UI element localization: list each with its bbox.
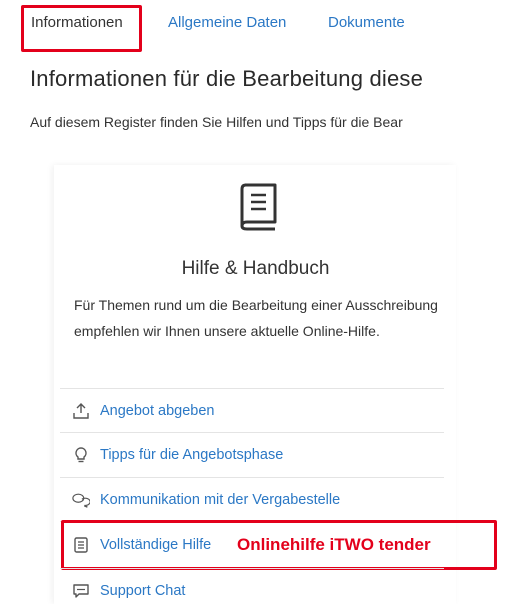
card-description: Für Themen rund um die Bearbeitung einer…	[74, 297, 438, 339]
page-title: Informationen für die Bearbeitung diese	[30, 66, 424, 91]
link-label: Support Chat	[100, 583, 186, 599]
lightbulb-icon	[72, 446, 90, 464]
link-label: Kommunikation mit der Vergabestelle	[100, 492, 341, 508]
link-label: Tipps für die Angebotsphase	[100, 447, 284, 463]
chat-bubbles-icon	[72, 491, 90, 509]
annotation-label: Onlinehilfe iTWO tender	[237, 535, 431, 554]
divider	[60, 432, 444, 433]
link-kommunikation[interactable]: Kommunikation mit der Vergabestelle	[72, 487, 340, 513]
tab-bar: Informationen Allgemeine Daten Dokumente	[0, 0, 511, 52]
divider	[60, 568, 444, 569]
link-label: Angebot abgeben	[100, 403, 215, 419]
link-angebot-abgeben[interactable]: Angebot abgeben	[72, 398, 215, 424]
tab-allgemeine-daten[interactable]: Allgemeine Daten	[168, 14, 286, 31]
card-title: Hilfe & Handbuch	[181, 258, 330, 279]
book-icon	[240, 183, 277, 231]
tab-highlight-box	[21, 5, 142, 52]
page-subtitle: Auf diesem Register finden Sie Hilfen un…	[30, 114, 403, 130]
link-tipps-angebotsphase[interactable]: Tipps für die Angebotsphase	[72, 442, 283, 468]
tab-dokumente[interactable]: Dokumente	[328, 14, 405, 31]
upload-icon	[72, 402, 90, 420]
chat-icon	[72, 582, 90, 600]
divider	[60, 477, 444, 478]
link-support-chat[interactable]: Support Chat	[72, 578, 185, 604]
divider	[60, 388, 444, 389]
